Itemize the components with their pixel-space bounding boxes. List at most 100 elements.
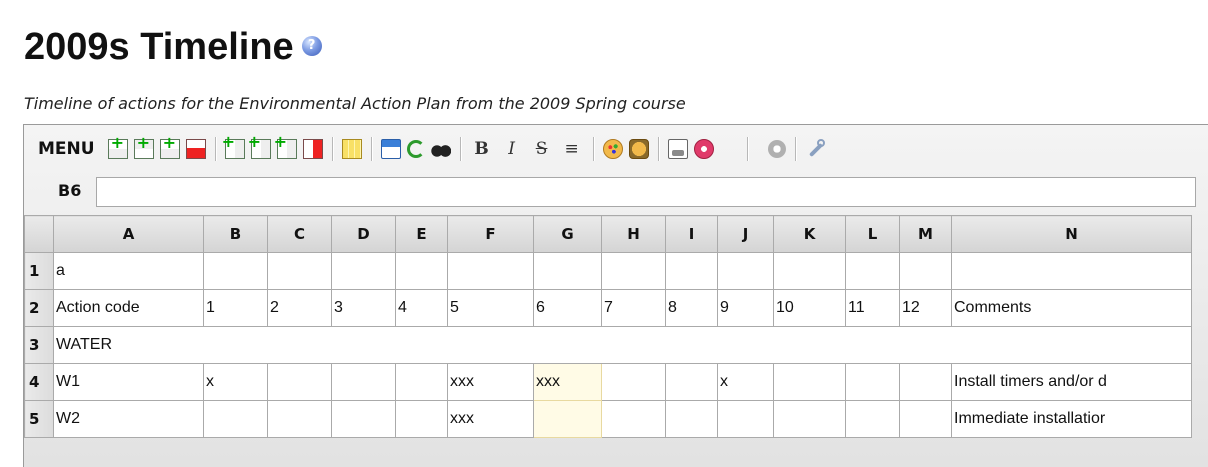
cell-g1[interactable] <box>533 252 602 290</box>
cell-d2[interactable]: 3 <box>331 289 396 327</box>
column-header-e[interactable]: E <box>395 215 448 253</box>
cell-c4[interactable] <box>267 363 332 401</box>
cell-d4[interactable] <box>331 363 396 401</box>
cell-a1[interactable]: a <box>53 252 204 290</box>
column-header-l[interactable]: L <box>845 215 900 253</box>
cell-i2[interactable]: 8 <box>665 289 718 327</box>
cell-n2[interactable]: Comments <box>951 289 1192 327</box>
cell-m1[interactable] <box>899 252 952 290</box>
row-header[interactable]: 4 <box>24 363 54 401</box>
cell-c2[interactable]: 2 <box>267 289 332 327</box>
cell-j2[interactable]: 9 <box>717 289 774 327</box>
cell-h1[interactable] <box>601 252 666 290</box>
cell-i5[interactable] <box>665 400 718 438</box>
cell-d5[interactable] <box>331 400 396 438</box>
insert-row-before-icon[interactable] <box>107 133 128 159</box>
column-header-c[interactable]: C <box>267 215 332 253</box>
cell-k5[interactable] <box>773 400 846 438</box>
column-header-a[interactable]: A <box>53 215 204 253</box>
cell-a4[interactable]: W1 <box>53 363 204 401</box>
insert-multiple-columns-icon[interactable] <box>274 132 297 159</box>
cell-l5[interactable] <box>845 400 900 438</box>
cell-j4[interactable]: x <box>717 363 774 401</box>
cell-h5[interactable] <box>601 400 666 438</box>
cell-n1[interactable] <box>951 252 1192 290</box>
cell-e4[interactable] <box>395 363 448 401</box>
row-header[interactable]: 5 <box>24 400 54 438</box>
column-header-j[interactable]: J <box>717 215 774 253</box>
cell-k1[interactable] <box>773 252 846 290</box>
strikethrough-icon[interactable]: S <box>533 139 551 159</box>
cell-l2[interactable]: 11 <box>845 289 900 327</box>
cell-k2[interactable]: 10 <box>773 289 846 327</box>
column-header-n[interactable]: N <box>951 215 1192 253</box>
cell-i1[interactable] <box>665 252 718 290</box>
italic-icon[interactable]: I <box>503 139 521 159</box>
cell-c5[interactable] <box>267 400 332 438</box>
cell-f5[interactable]: xxx <box>447 400 534 438</box>
insert-column-after-icon[interactable] <box>248 132 271 159</box>
align-icon[interactable]: ≡ <box>563 139 581 159</box>
column-header-h[interactable]: H <box>601 215 666 253</box>
menu-button[interactable]: MENU <box>38 139 95 159</box>
find-icon[interactable] <box>430 139 451 159</box>
column-header-m[interactable]: M <box>899 215 952 253</box>
cell-b5[interactable] <box>203 400 268 438</box>
delete-row-icon[interactable] <box>185 139 206 159</box>
cell-f4[interactable]: xxx <box>447 363 534 401</box>
insert-multiple-rows-icon[interactable] <box>159 133 180 159</box>
cell-e1[interactable] <box>395 252 448 290</box>
cell-l4[interactable] <box>845 363 900 401</box>
color-palette-icon[interactable] <box>602 139 623 159</box>
cell-d1[interactable] <box>331 252 396 290</box>
background-color-icon[interactable] <box>628 139 649 159</box>
cell-g4[interactable]: xxx <box>533 363 602 401</box>
export-icon[interactable] <box>667 139 688 159</box>
cell-j1[interactable] <box>717 252 774 290</box>
merged-cell[interactable]: WATER <box>53 326 1192 364</box>
row-header[interactable]: 1 <box>24 252 54 290</box>
cell-f2[interactable]: 5 <box>447 289 534 327</box>
cell-l1[interactable] <box>845 252 900 290</box>
cell-m2[interactable]: 12 <box>899 289 952 327</box>
cell-i4[interactable] <box>665 363 718 401</box>
help-icon[interactable]: ? <box>301 35 322 56</box>
cell-a2[interactable]: Action code <box>53 289 204 327</box>
cell-e2[interactable]: 4 <box>395 289 448 327</box>
cell-b1[interactable] <box>203 252 268 290</box>
cell-f1[interactable] <box>447 252 534 290</box>
corner-cell[interactable] <box>24 215 54 253</box>
cell-n4[interactable]: Install timers and/or d <box>951 363 1192 401</box>
cell-h2[interactable]: 7 <box>601 289 666 327</box>
insert-column-before-icon[interactable] <box>222 132 245 159</box>
column-header-k[interactable]: K <box>773 215 846 253</box>
save-icon[interactable] <box>380 139 401 159</box>
wrench-icon[interactable] <box>805 139 825 159</box>
row-header[interactable]: 3 <box>24 326 54 364</box>
cell-m5[interactable] <box>899 400 952 438</box>
add-sheet-icon[interactable] <box>341 139 362 159</box>
formula-input[interactable] <box>96 177 1196 207</box>
cell-g2[interactable]: 6 <box>533 289 602 327</box>
column-header-f[interactable]: F <box>447 215 534 253</box>
column-header-b[interactable]: B <box>203 215 268 253</box>
cell-e5[interactable] <box>395 400 448 438</box>
cell-h4[interactable] <box>601 363 666 401</box>
bold-icon[interactable]: B <box>473 139 491 159</box>
cell-n5[interactable]: Immediate installatior <box>951 400 1192 438</box>
cell-k4[interactable] <box>773 363 846 401</box>
column-header-g[interactable]: G <box>533 215 602 253</box>
cancel-icon[interactable] <box>767 140 786 158</box>
cell-a5[interactable]: W2 <box>53 400 204 438</box>
column-header-d[interactable]: D <box>331 215 396 253</box>
cell-g5[interactable] <box>533 400 602 438</box>
delete-column-icon[interactable] <box>302 139 323 159</box>
cell-b2[interactable]: 1 <box>203 289 268 327</box>
insert-row-after-icon[interactable] <box>133 133 154 159</box>
cell-c1[interactable] <box>267 252 332 290</box>
cell-m4[interactable] <box>899 363 952 401</box>
close-icon[interactable] <box>693 139 714 159</box>
row-header[interactable]: 2 <box>24 289 54 327</box>
column-header-i[interactable]: I <box>665 215 718 253</box>
cell-b4[interactable]: x <box>203 363 268 401</box>
